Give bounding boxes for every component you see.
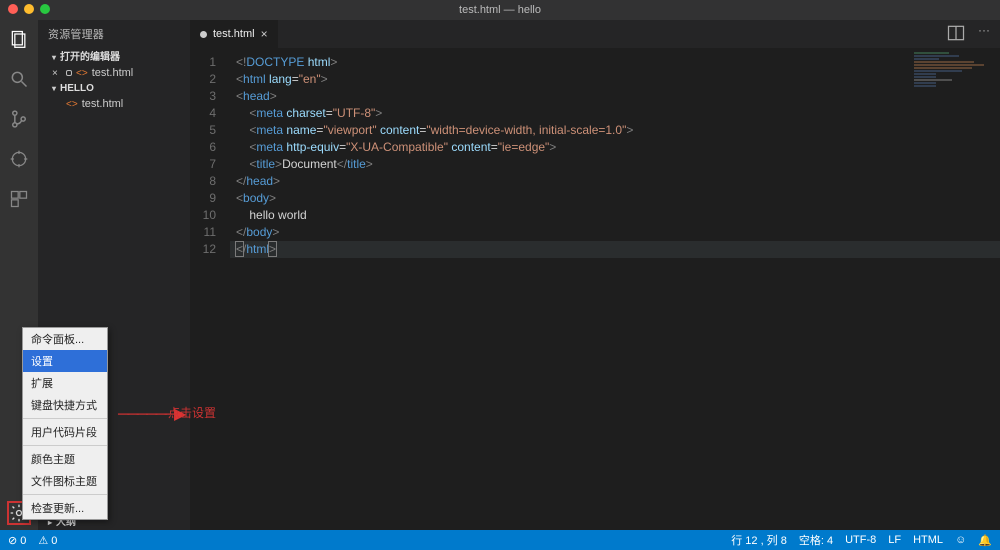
menu-item[interactable]: 颜色主题 — [23, 448, 107, 470]
menu-item[interactable]: 命令面板... — [23, 328, 107, 350]
sidebar-header: 资源管理器 — [38, 20, 190, 46]
minimap[interactable] — [914, 52, 994, 92]
line-number: 9 — [190, 190, 216, 207]
status-ln-col[interactable]: 行 12 , 列 8 — [731, 532, 787, 548]
line-number: 5 — [190, 122, 216, 139]
file-label: test.html — [92, 67, 134, 79]
line-number: 10 — [190, 207, 216, 224]
status-bar: ⊘ 0 ⚠ 0 行 12 , 列 8 空格: 4 UTF-8 LF HTML ☺… — [0, 530, 1000, 550]
line-number: 1 — [190, 54, 216, 71]
status-feedback-icon[interactable]: ☺ — [955, 534, 966, 546]
line-number: 4 — [190, 105, 216, 122]
extensions-icon[interactable] — [8, 188, 30, 210]
more-actions-icon[interactable]: ··· — [978, 23, 990, 46]
menu-item[interactable]: 设置 — [23, 350, 107, 372]
code-line[interactable]: hello world — [230, 207, 1000, 224]
max-dot[interactable] — [40, 4, 50, 14]
menu-item[interactable]: 检查更新... — [23, 497, 107, 519]
search-icon[interactable] — [8, 68, 30, 90]
status-lang[interactable]: HTML — [913, 534, 943, 546]
status-eol[interactable]: LF — [888, 534, 901, 546]
status-encoding[interactable]: UTF-8 — [845, 534, 876, 546]
code-line[interactable]: <body> — [230, 190, 1000, 207]
modified-dot-icon — [66, 70, 72, 76]
line-number: 7 — [190, 156, 216, 173]
dirty-indicator-icon — [200, 31, 207, 38]
status-errors[interactable]: ⊘ 0 — [8, 534, 26, 547]
line-number: 11 — [190, 224, 216, 241]
code-line[interactable]: <title>Document</title> — [230, 156, 1000, 173]
explorer-icon[interactable] — [8, 28, 30, 50]
tab-test-html[interactable]: test.html × — [190, 20, 279, 48]
min-dot[interactable] — [24, 4, 34, 14]
annotation-text: 点击设置 — [168, 404, 216, 421]
line-number: 6 — [190, 139, 216, 156]
code-line[interactable]: <html lang="en"> — [230, 71, 1000, 88]
window-controls[interactable] — [8, 4, 50, 14]
file-item[interactable]: <> test.html — [38, 96, 190, 112]
code-line[interactable]: </html> — [230, 241, 1000, 258]
settings-context-menu[interactable]: 命令面板...设置扩展键盘快捷方式用户代码片段颜色主题文件图标主题检查更新... — [22, 327, 108, 520]
menu-item[interactable]: 用户代码片段 — [23, 421, 107, 443]
status-warnings[interactable]: ⚠ 0 — [38, 534, 57, 547]
html-file-icon: <> — [66, 99, 78, 110]
status-spaces[interactable]: 空格: 4 — [799, 532, 833, 548]
close-dot[interactable] — [8, 4, 18, 14]
split-editor-icon[interactable] — [946, 23, 966, 46]
titlebar: test.html — hello — [0, 0, 1000, 20]
open-editor-item[interactable]: × <> test.html — [38, 65, 190, 81]
line-number: 3 — [190, 88, 216, 105]
line-number: 12 — [190, 241, 216, 258]
code-line[interactable]: <head> — [230, 88, 1000, 105]
tab-bar: test.html × ··· — [190, 20, 1000, 48]
debug-icon[interactable] — [8, 148, 30, 170]
code-line[interactable]: </body> — [230, 224, 1000, 241]
menu-item[interactable]: 文件图标主题 — [23, 470, 107, 492]
menu-item[interactable]: 键盘快捷方式 — [23, 394, 107, 416]
code-editor[interactable]: 123456789101112 <!DOCTYPE html><html lan… — [190, 48, 1000, 258]
line-number: 8 — [190, 173, 216, 190]
close-icon[interactable]: × — [52, 68, 60, 79]
line-number: 2 — [190, 71, 216, 88]
code-line[interactable]: <!DOCTYPE html> — [230, 54, 1000, 71]
code-line[interactable]: </head> — [230, 173, 1000, 190]
html-file-icon: <> — [76, 68, 88, 79]
tab-label: test.html — [213, 28, 255, 40]
file-label: test.html — [82, 98, 124, 110]
menu-item[interactable]: 扩展 — [23, 372, 107, 394]
status-bell-icon[interactable]: 🔔 — [978, 534, 992, 547]
code-line[interactable]: <meta name="viewport" content="width=dev… — [230, 122, 1000, 139]
open-editors-section[interactable]: 打开的编辑器 — [38, 46, 190, 65]
scm-icon[interactable] — [8, 108, 30, 130]
code-line[interactable]: <meta charset="UTF-8"> — [230, 105, 1000, 122]
workspace-section[interactable]: HELLO — [38, 81, 190, 96]
editor-area: test.html × ··· 123456789101112 <!DOCTYP… — [190, 20, 1000, 530]
tab-close-icon[interactable]: × — [261, 27, 268, 41]
code-line[interactable]: <meta http-equiv="X-UA-Compatible" conte… — [230, 139, 1000, 156]
